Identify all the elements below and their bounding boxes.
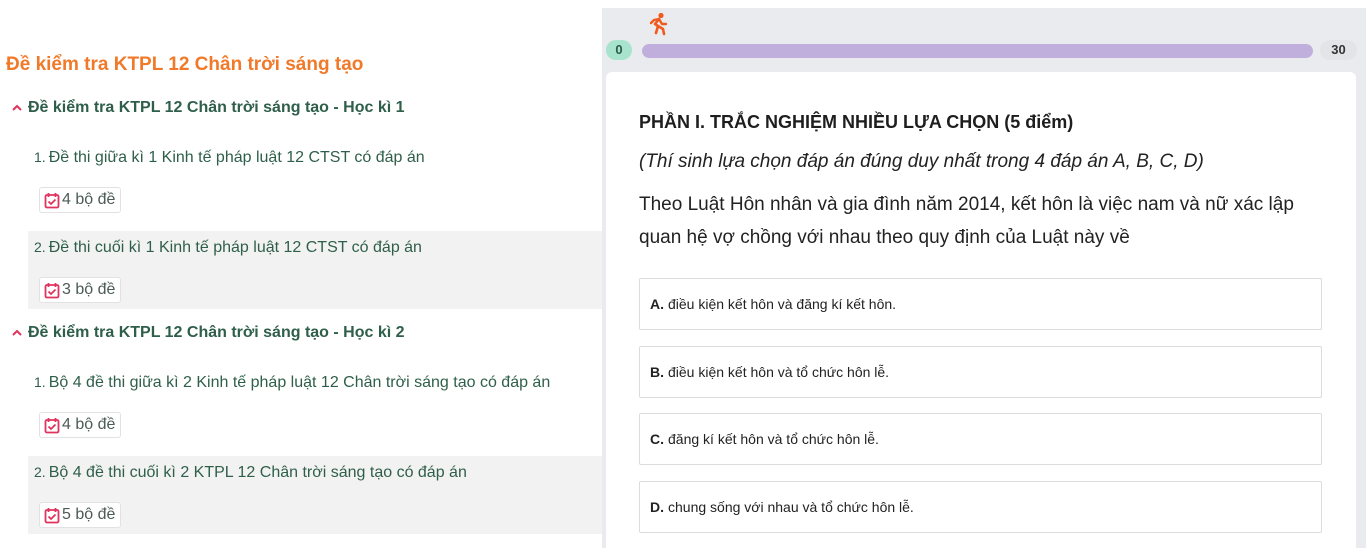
- count-badge: 3 bộ đề: [39, 277, 122, 303]
- option-letter: A.: [650, 296, 664, 312]
- list-item[interactable]: 1. Bộ 4 đề thi giữa kì 2 Kinh tế pháp luậ…: [28, 366, 602, 444]
- badge-label: 3 bộ đề: [62, 281, 116, 298]
- question-text: Theo Luật Hôn nhân và gia đình năm 2014,…: [639, 194, 1294, 248]
- list-item[interactable]: 2. Đề thi cuối kì 1 Kinh tế pháp luật 12 …: [28, 231, 602, 309]
- option-text: điều kiện kết hôn và đăng kí kết hôn.: [668, 296, 897, 312]
- section-header-hk2[interactable]: Đề kiểm tra KTPL 12 Chân trời sáng tạo -…: [10, 324, 405, 342]
- chevron-up-icon: [12, 104, 22, 111]
- count-badge: 5 bộ đề: [39, 502, 122, 528]
- running-person-icon: [649, 12, 668, 36]
- option-c[interactable]: C. đăng kí kết hôn và tổ chức hôn lễ.: [639, 413, 1322, 465]
- item-number: 2.: [34, 239, 46, 255]
- option-b[interactable]: B. điều kiện kết hôn và tổ chức hôn lễ.: [639, 346, 1322, 398]
- option-d[interactable]: D. chung sống với nhau và tổ chức hôn lễ…: [639, 481, 1322, 533]
- badge-label: 5 bộ đề: [62, 506, 116, 523]
- item-number: 1.: [34, 374, 46, 390]
- option-text: chung sống với nhau và tổ chức hôn lễ.: [668, 499, 914, 515]
- question-card: PHẦN I. TRẮC NGHIỆM NHIỀU LỰA CHỌN (5 đi…: [606, 72, 1356, 552]
- badge-label: 4 bộ đề: [62, 191, 116, 208]
- option-letter: C.: [650, 431, 664, 447]
- count-badge: 4 bộ đề: [39, 412, 122, 438]
- option-letter: D.: [650, 499, 664, 515]
- list-item[interactable]: 2. Bộ 4 đề thi cuối kì 2 KTPL 12 Chân trờ…: [28, 456, 602, 534]
- item-link[interactable]: 1. Bộ 4 đề thi giữa kì 2 Kinh tế pháp luậ…: [34, 374, 550, 392]
- item-label: Đề thi cuối kì 1 Kinh tế pháp luật 12 CT…: [48, 239, 422, 256]
- part-title: PHẦN I. TRẮC NGHIỆM NHIỀU LỰA CHỌN (5 đi…: [639, 112, 1074, 132]
- item-link[interactable]: 1. Đề thi giữa kì 1 Kinh tế pháp luật 12 …: [34, 149, 425, 167]
- instruction-text: (Thí sinh lựa chọn đáp án đúng duy nhất …: [639, 151, 1204, 172]
- page-title: Đề kiểm tra KTPL 12 Chân trời sáng tạo: [6, 54, 364, 75]
- list-item[interactable]: 1. Đề thi giữa kì 1 Kinh tế pháp luật 12 …: [28, 141, 602, 219]
- item-label: Bộ 4 đề thi cuối kì 2 KTPL 12 Chân trời …: [48, 464, 467, 481]
- option-text: đăng kí kết hôn và tổ chức hôn lễ.: [668, 431, 879, 447]
- calendar-check-icon: [44, 507, 60, 523]
- progress-end-label: 30: [1320, 40, 1357, 60]
- option-a[interactable]: A. điều kiện kết hôn và đăng kí kết hôn.: [639, 278, 1322, 330]
- item-link[interactable]: 2. Đề thi cuối kì 1 Kinh tế pháp luật 12 …: [34, 239, 422, 257]
- item-number: 2.: [34, 464, 46, 480]
- progress-bar: [642, 44, 1313, 58]
- option-letter: B.: [650, 364, 664, 380]
- count-badge: 4 bộ đề: [39, 187, 122, 213]
- item-label: Đề thi giữa kì 1 Kinh tế pháp luật 12 CT…: [48, 149, 425, 166]
- section-header-hk1[interactable]: Đề kiểm tra KTPL 12 Chân trời sáng tạo -…: [10, 99, 405, 117]
- exam-list-panel: Đề kiểm tra KTPL 12 Chân trời sáng tạo Đ…: [0, 0, 602, 548]
- item-number: 1.: [34, 149, 46, 165]
- section-title: Đề kiểm tra KTPL 12 Chân trời sáng tạo -…: [28, 324, 405, 341]
- quiz-panel: 0 30 PHẦN I. TRẮC NGHIỆM NHIỀU LỰA CHỌN …: [602, 8, 1366, 552]
- calendar-check-icon: [44, 417, 60, 433]
- item-label: Bộ 4 đề thi giữa kì 2 Kinh tế pháp luật …: [48, 374, 551, 391]
- progress-bar-fill: [642, 44, 1313, 58]
- calendar-check-icon: [44, 192, 60, 208]
- option-text: điều kiện kết hôn và tổ chức hôn lễ.: [668, 364, 890, 380]
- calendar-check-icon: [44, 282, 60, 298]
- item-link[interactable]: 2. Bộ 4 đề thi cuối kì 2 KTPL 12 Chân trờ…: [34, 464, 467, 482]
- section-title: Đề kiểm tra KTPL 12 Chân trời sáng tạo -…: [28, 99, 405, 116]
- progress-start-label: 0: [606, 40, 632, 60]
- badge-label: 4 bộ đề: [62, 416, 116, 433]
- chevron-up-icon: [12, 329, 22, 336]
